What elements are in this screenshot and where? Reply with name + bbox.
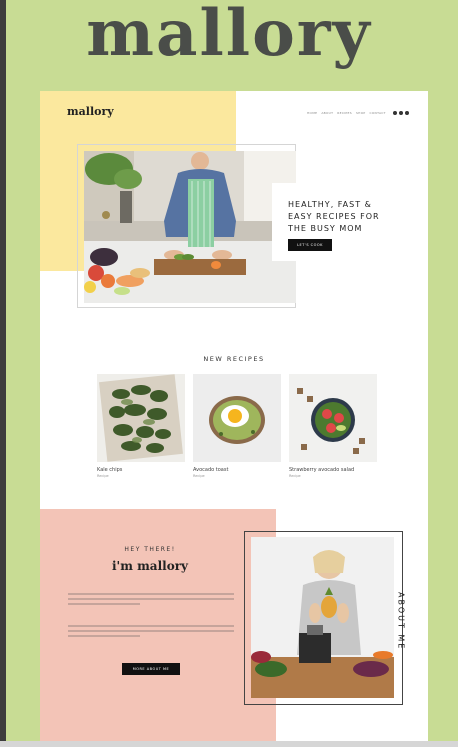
nav-item-contact[interactable]: CONTACT: [369, 111, 385, 115]
nav-item-about[interactable]: ABOUT: [321, 111, 333, 115]
about-photo: [251, 537, 394, 698]
about-greeting: HEY THERE!: [124, 546, 176, 553]
recipe-name[interactable]: Strawberry avocado salad: [289, 467, 377, 473]
website-preview: mallory HOME ABOUT RECIPES SHOP CONTACT: [40, 91, 428, 747]
recipe-meta: Recipe: [97, 474, 109, 478]
recipe-image-strawberry-avocado-salad[interactable]: [289, 374, 377, 462]
recipe-card[interactable]: Kale chips Recipe: [97, 374, 185, 478]
about-paragraph: [68, 625, 234, 640]
about-paragraph: [68, 593, 234, 608]
window-edge: [0, 0, 6, 747]
pinterest-icon[interactable]: [398, 111, 403, 115]
recipe-card[interactable]: Strawberry avocado salad Recipe: [289, 374, 377, 478]
recipe-name[interactable]: Kale chips: [97, 467, 185, 473]
bottom-strip: [0, 741, 458, 747]
lets-cook-button[interactable]: LET'S COOK: [288, 239, 332, 251]
about-me-vertical-label[interactable]: ABOUT ME: [391, 581, 411, 661]
recipe-name[interactable]: Avocado toast: [193, 467, 281, 473]
recipe-image-avocado-toast[interactable]: [193, 374, 281, 462]
recipe-meta: Recipe: [289, 474, 301, 478]
nav-item-home[interactable]: HOME: [307, 111, 317, 115]
brand-title: mallory: [86, 0, 372, 71]
hero-photo: [84, 151, 296, 303]
hero-card: HEALTHY, FAST & EASY RECIPES FOR THE BUS…: [272, 183, 388, 261]
social-icons: [392, 111, 409, 115]
more-about-me-button[interactable]: MORE ABOUT ME: [122, 663, 180, 675]
instagram-icon[interactable]: [392, 111, 397, 115]
site-logo[interactable]: mallory: [67, 105, 114, 118]
hero-headline: HEALTHY, FAST & EASY RECIPES FOR THE BUS…: [288, 200, 380, 233]
nav-item-shop[interactable]: SHOP: [356, 111, 366, 115]
facebook-icon[interactable]: [404, 111, 409, 115]
recipe-card[interactable]: Avocado toast Recipe: [193, 374, 281, 478]
recipe-meta: Recipe: [193, 474, 205, 478]
new-recipes-title: NEW RECIPES: [203, 355, 265, 363]
nav-item-recipes[interactable]: RECIPES: [337, 111, 352, 115]
top-nav: HOME ABOUT RECIPES SHOP CONTACT: [307, 111, 409, 115]
recipe-image-kale-chips[interactable]: [97, 374, 185, 462]
about-title: i'm mallory: [112, 559, 188, 573]
